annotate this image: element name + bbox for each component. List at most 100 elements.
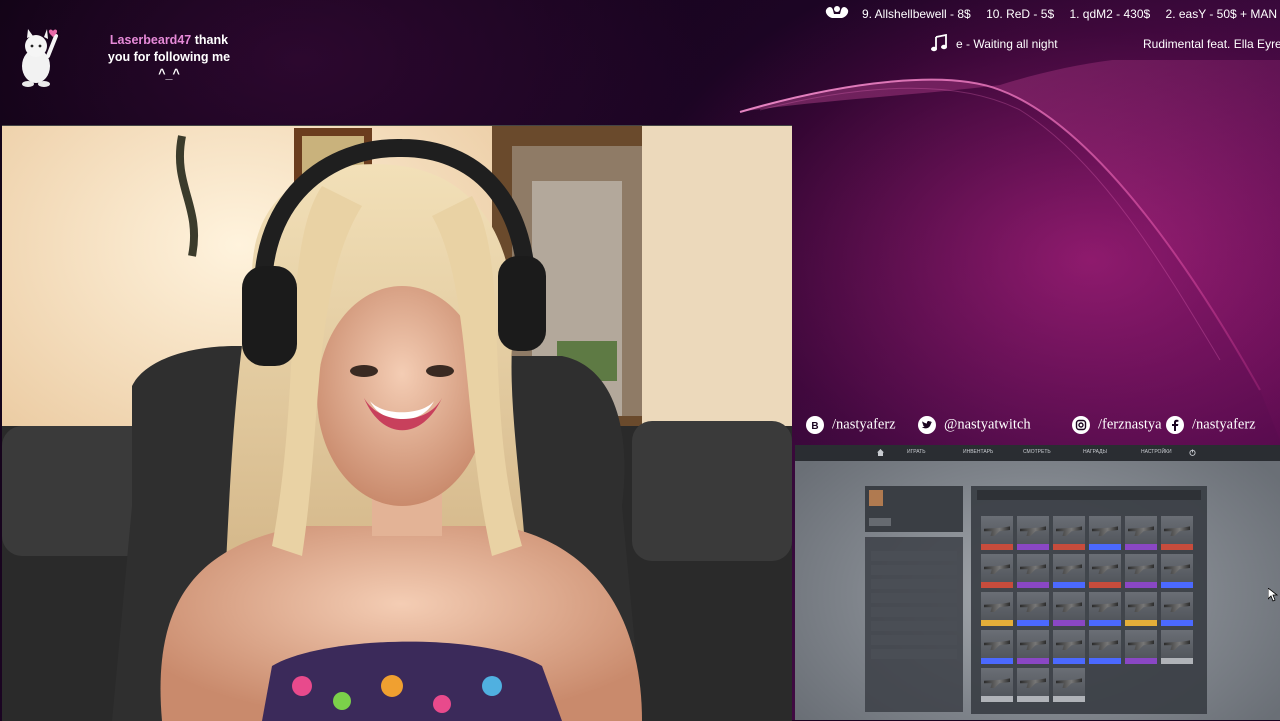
now-playing: e - Waiting all night Rudimental feat. E… bbox=[928, 32, 1280, 54]
rarity-bar bbox=[1089, 658, 1121, 664]
facebook-handle: /nastyaferz bbox=[1192, 416, 1256, 433]
weapon-icon bbox=[1164, 602, 1190, 612]
inventory-item-tile bbox=[1161, 592, 1193, 626]
rarity-bar bbox=[981, 696, 1013, 702]
game-friend-row bbox=[871, 593, 957, 603]
donation-list: 9. Allshellbewell - 8$ 10. ReD - 5$ 1. q… bbox=[862, 7, 1280, 21]
inventory-item-tile bbox=[1089, 592, 1121, 626]
vk-handle: /nastyaferz bbox=[832, 416, 896, 433]
rarity-bar bbox=[981, 544, 1013, 550]
song-title: e - Waiting all night bbox=[956, 37, 1058, 51]
weapon-icon bbox=[984, 678, 1010, 688]
game-friend-row bbox=[871, 635, 957, 645]
rarity-bar bbox=[1017, 620, 1049, 626]
social-facebook: /nastyaferz bbox=[1166, 416, 1256, 436]
weapon-icon bbox=[1092, 602, 1118, 612]
rarity-bar bbox=[1161, 582, 1193, 588]
rarity-bar bbox=[981, 582, 1013, 588]
webcam-feed bbox=[2, 125, 792, 721]
inventory-item-tile bbox=[1125, 592, 1157, 626]
game-nav-play: ИГРАТЬ bbox=[907, 449, 926, 455]
game-friends-panel bbox=[865, 537, 963, 712]
twitter-icon bbox=[918, 416, 936, 434]
inventory-item-tile bbox=[981, 516, 1013, 550]
weapon-icon bbox=[984, 640, 1010, 650]
facebook-icon bbox=[1166, 416, 1184, 434]
inventory-item-tile bbox=[1053, 668, 1085, 702]
rarity-bar bbox=[1161, 658, 1193, 664]
alert-message-line2: you for following me bbox=[107, 50, 231, 64]
weapon-icon bbox=[1128, 602, 1154, 612]
inventory-item-tile bbox=[981, 554, 1013, 588]
instagram-handle: /ferznastya bbox=[1098, 416, 1162, 433]
rarity-bar bbox=[1017, 696, 1049, 702]
inventory-item-tile bbox=[1125, 516, 1157, 550]
rarity-bar bbox=[1161, 620, 1193, 626]
inventory-item-tile bbox=[981, 592, 1013, 626]
weapon-icon bbox=[1020, 640, 1046, 650]
alert-username: Laserbeard47 bbox=[109, 33, 192, 47]
weapon-icon bbox=[1020, 678, 1046, 688]
twitter-handle: @nastyatwitch bbox=[944, 416, 1031, 433]
game-friend-row bbox=[871, 551, 957, 561]
inventory-item-tile bbox=[1017, 668, 1049, 702]
music-note-icon bbox=[931, 34, 947, 52]
game-capture: ИГРАТЬ ИНВЕНТАРЬ СМОТРЕТЬ НАГРАДЫ НАСТРО… bbox=[795, 445, 1280, 720]
inventory-item-tile bbox=[1125, 630, 1157, 664]
inventory-item-tile bbox=[1017, 630, 1049, 664]
alert-message-line1: thank bbox=[194, 33, 229, 47]
rarity-bar bbox=[1017, 658, 1049, 664]
inventory-item-tile bbox=[1089, 554, 1121, 588]
follower-alert: Laserbeard47 thank you for following me … bbox=[14, 24, 254, 94]
dancing-cat-icon bbox=[22, 29, 58, 87]
weapon-icon bbox=[1056, 678, 1082, 688]
rarity-bar bbox=[1053, 620, 1085, 626]
weapon-icon bbox=[1164, 526, 1190, 536]
weapon-icon bbox=[1020, 564, 1046, 574]
inventory-item-tile bbox=[1017, 516, 1049, 550]
social-instagram: /ferznastya bbox=[1072, 416, 1162, 436]
inventory-item-tile bbox=[1053, 554, 1085, 588]
inventory-item-tile bbox=[981, 630, 1013, 664]
inventory-item-tile bbox=[1161, 554, 1193, 588]
rarity-bar bbox=[1017, 544, 1049, 550]
game-inventory-tabs bbox=[977, 490, 1201, 500]
inventory-item-tile bbox=[1161, 516, 1193, 550]
inventory-item-tile bbox=[1089, 630, 1121, 664]
rarity-bar bbox=[1089, 620, 1121, 626]
rarity-bar bbox=[1125, 658, 1157, 664]
weapon-icon bbox=[984, 564, 1010, 574]
inventory-item-tile bbox=[1161, 630, 1193, 664]
instagram-icon bbox=[1072, 416, 1090, 434]
game-nav-awards: НАГРАДЫ bbox=[1083, 449, 1107, 455]
game-rank-badge bbox=[869, 518, 891, 526]
rarity-bar bbox=[1125, 620, 1157, 626]
inventory-item-tile bbox=[1017, 592, 1049, 626]
game-nav-watch: СМОТРЕТЬ bbox=[1023, 449, 1051, 455]
inventory-item-tile bbox=[1017, 554, 1049, 588]
weapon-icon bbox=[1092, 640, 1118, 650]
rarity-bar bbox=[1089, 582, 1121, 588]
game-profile-panel bbox=[865, 486, 963, 532]
rarity-bar bbox=[1053, 582, 1085, 588]
power-icon bbox=[1189, 449, 1196, 456]
rarity-bar bbox=[1053, 696, 1085, 702]
weapon-icon bbox=[1164, 564, 1190, 574]
game-inventory-grid bbox=[971, 486, 1207, 714]
game-nav-settings: НАСТРОЙКИ bbox=[1141, 449, 1172, 455]
vk-icon: B bbox=[806, 416, 824, 434]
weapon-icon bbox=[984, 526, 1010, 536]
social-vk: B /nastyaferz bbox=[806, 416, 896, 436]
game-nav-inventory: ИНВЕНТАРЬ bbox=[963, 449, 994, 455]
rarity-bar bbox=[1125, 544, 1157, 550]
inventory-item-tile bbox=[981, 668, 1013, 702]
game-friend-row bbox=[871, 565, 957, 575]
weapon-icon bbox=[1092, 564, 1118, 574]
donation-item: 9. Allshellbewell - 8$ bbox=[862, 7, 971, 21]
donation-ticker: 9. Allshellbewell - 8$ 10. ReD - 5$ 1. q… bbox=[818, 0, 1280, 28]
rarity-bar bbox=[1053, 544, 1085, 550]
song-artist: Rudimental feat. Ella Eyre bbox=[1143, 37, 1280, 51]
game-friend-row bbox=[871, 607, 957, 617]
alert-message: Laserbeard47 thank you for following me … bbox=[84, 32, 254, 83]
weapon-icon bbox=[1056, 602, 1082, 612]
